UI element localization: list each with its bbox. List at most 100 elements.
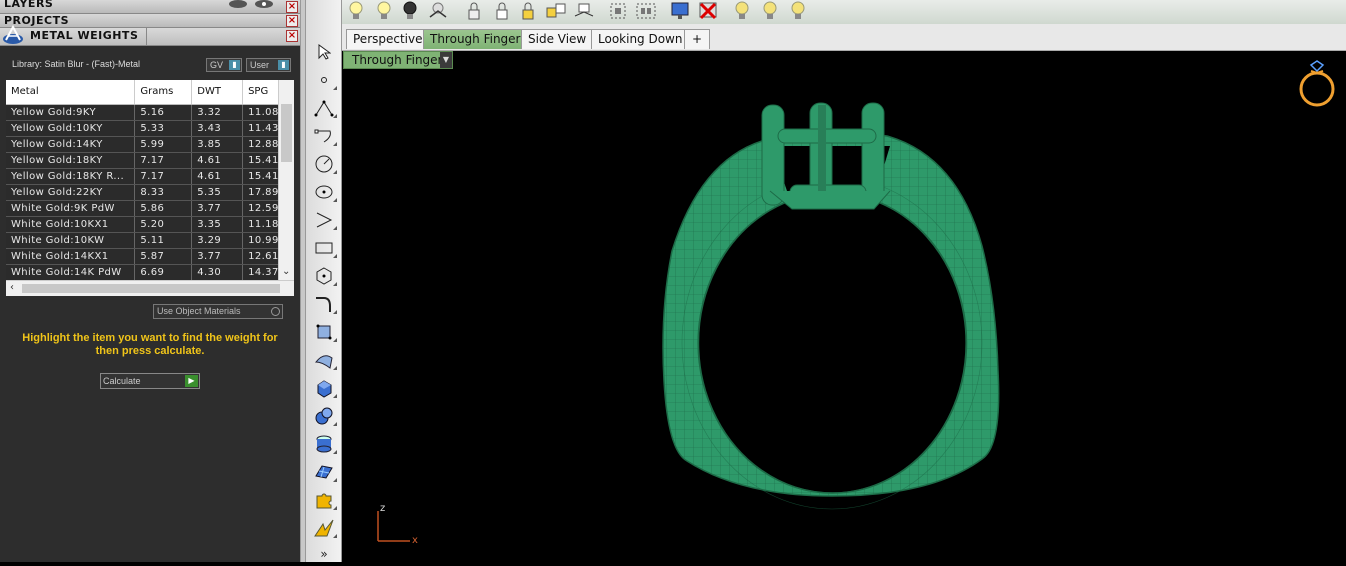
- table-row[interactable]: Yellow Gold:14KY 5.99 3.85 12.88: [6, 136, 294, 153]
- chevron-left-icon[interactable]: ‹: [10, 282, 14, 293]
- polygon-icon[interactable]: [311, 264, 337, 288]
- vertical-scrollbar[interactable]: ⌄: [278, 80, 294, 280]
- close-icon[interactable]: ×: [286, 15, 298, 27]
- table-cell: Yellow Gold:22KY: [6, 184, 136, 201]
- table-cell: 5.33: [134, 120, 193, 137]
- table-row[interactable]: White Gold:10KW 5.11 3.29 10.99: [6, 232, 294, 249]
- light-arrows-icon[interactable]: [426, 0, 450, 22]
- viewport-name-dropdown[interactable]: Through Finger ▼: [343, 51, 453, 69]
- table-cell: 5.87: [134, 248, 193, 265]
- use-object-materials-label: Use Object Materials: [157, 306, 241, 316]
- table-cell: 5.11: [134, 232, 193, 249]
- instruction-text: Highlight the item you want to find the …: [22, 332, 278, 357]
- table-row[interactable]: Yellow Gold:9KY 5.16 3.32 11.08: [6, 104, 294, 121]
- table-row[interactable]: White Gold:9K PdW 5.86 3.77 12.59: [6, 200, 294, 217]
- sphere-icon[interactable]: [311, 404, 337, 428]
- radio-icon[interactable]: [271, 307, 280, 316]
- light-bulb-icon[interactable]: [730, 0, 754, 22]
- dropdown-icon[interactable]: ▼: [440, 52, 452, 68]
- puzzle-icon[interactable]: [311, 488, 337, 512]
- table-row[interactable]: Yellow Gold:22KY 8.33 5.35 17.89: [6, 184, 294, 201]
- surface-edit-icon[interactable]: [311, 320, 337, 344]
- gv-select[interactable]: GV ▮: [206, 58, 242, 72]
- surface-icon[interactable]: [311, 348, 337, 372]
- table-cell: 3.77: [191, 248, 244, 265]
- ring-model[interactable]: [342, 51, 1346, 562]
- user-select-label: User: [250, 60, 270, 70]
- arc-icon[interactable]: [311, 208, 337, 232]
- polyline-icon[interactable]: [311, 96, 337, 120]
- light-bulb-icon[interactable]: [344, 0, 368, 22]
- column-header-dwt[interactable]: DWT: [191, 80, 244, 105]
- scrollbar-thumb[interactable]: [281, 104, 292, 162]
- projects-panel-header[interactable]: PROJECTS ×: [0, 14, 300, 28]
- tab-through-finger[interactable]: Through Finger: [423, 29, 528, 49]
- table-cell: 7.17: [134, 152, 193, 169]
- metal-weights-header[interactable]: METAL WEIGHTS ×: [0, 24, 300, 46]
- dropdown-icon: ▮: [229, 60, 240, 70]
- tab-side-view[interactable]: Side View: [521, 29, 594, 49]
- expand-more-icon[interactable]: »: [311, 542, 337, 566]
- dropdown-icon: ▮: [278, 60, 289, 70]
- mesh-icon[interactable]: [311, 460, 337, 484]
- fillet-icon[interactable]: [311, 292, 337, 316]
- delete-icon[interactable]: [696, 0, 720, 22]
- table-cell: 6.69: [134, 264, 193, 281]
- box-icon[interactable]: [311, 376, 337, 400]
- lock-yellow-icon[interactable]: [516, 0, 540, 22]
- user-select[interactable]: User ▮: [246, 58, 291, 72]
- metal-table[interactable]: Metal Grams DWT SPG Yellow Gold:9KY 5.16 3…: [6, 80, 294, 296]
- lock-group-icon[interactable]: [544, 0, 568, 22]
- tab-looking-down[interactable]: Looking Down: [591, 29, 690, 49]
- chevron-down-icon[interactable]: ⌄: [282, 266, 290, 277]
- close-icon[interactable]: ×: [286, 30, 298, 42]
- light-bulb-icon[interactable]: [786, 0, 810, 22]
- point-icon[interactable]: [311, 68, 337, 92]
- use-object-materials-option[interactable]: Use Object Materials: [153, 304, 283, 319]
- cylinder-icon[interactable]: [311, 432, 337, 456]
- table-row[interactable]: Yellow Gold:18KY 7.17 4.61 15.41: [6, 152, 294, 169]
- add-tab-button[interactable]: +: [684, 29, 710, 49]
- table-row[interactable]: Yellow Gold:18KY R... 7.17 4.61 15.41: [6, 168, 294, 185]
- calculate-button[interactable]: Calculate ▶: [100, 373, 200, 389]
- horizontal-scrollbar[interactable]: ‹: [6, 280, 294, 296]
- column-header-metal[interactable]: Metal: [6, 80, 136, 105]
- column-header-grams[interactable]: Grams: [134, 80, 193, 105]
- layers-panel-header[interactable]: LAYERS ×: [0, 0, 300, 14]
- select-arrow-icon[interactable]: [311, 40, 337, 64]
- x-axis-label: x: [412, 535, 418, 545]
- table-row[interactable]: Yellow Gold:10KY 5.33 3.43 11.43: [6, 120, 294, 137]
- lock-arrows-icon[interactable]: [572, 0, 596, 22]
- circle-icon[interactable]: [311, 152, 337, 176]
- light-bulb-icon[interactable]: [758, 0, 782, 22]
- lock-icon[interactable]: [462, 0, 486, 22]
- tab-perspective[interactable]: Perspective: [346, 29, 430, 49]
- select-box-icon[interactable]: [606, 0, 630, 22]
- table-cell: 3.43: [191, 120, 244, 137]
- monitor-icon[interactable]: [668, 0, 692, 22]
- render-icon[interactable]: [311, 516, 337, 540]
- table-row[interactable]: White Gold:10KX1 5.20 3.35 11.18: [6, 216, 294, 233]
- rectangle-icon[interactable]: [311, 236, 337, 260]
- scrollbar-thumb[interactable]: [22, 284, 280, 293]
- table-cell: Yellow Gold:18KY R...: [6, 168, 136, 185]
- z-axis-label: z: [380, 503, 385, 514]
- play-icon: ▶: [185, 375, 198, 387]
- table-row[interactable]: White Gold:14KX1 5.87 3.77 12.61: [6, 248, 294, 265]
- table-cell: 8.33: [134, 184, 193, 201]
- light-bulb-icon[interactable]: [372, 0, 396, 22]
- light-bulb-dark-icon[interactable]: [398, 0, 422, 22]
- top-toolbar: [306, 0, 1346, 24]
- metal-weights-logo-icon: [3, 24, 23, 44]
- close-icon[interactable]: ×: [286, 1, 298, 13]
- 3d-viewport[interactable]: z x: [342, 51, 1346, 562]
- lock-icon[interactable]: [490, 0, 514, 22]
- ring-view-icon[interactable]: [1297, 59, 1337, 113]
- table-cell: White Gold:14K PdW: [6, 264, 136, 281]
- curve-icon[interactable]: [311, 124, 337, 148]
- left-toolbar: »: [306, 0, 342, 562]
- ellipse-icon[interactable]: [311, 180, 337, 204]
- select-grid-icon[interactable]: [634, 0, 658, 22]
- table-row[interactable]: White Gold:14K PdW 6.69 4.30 14.37: [6, 264, 294, 281]
- eye-icon[interactable]: [228, 0, 274, 10]
